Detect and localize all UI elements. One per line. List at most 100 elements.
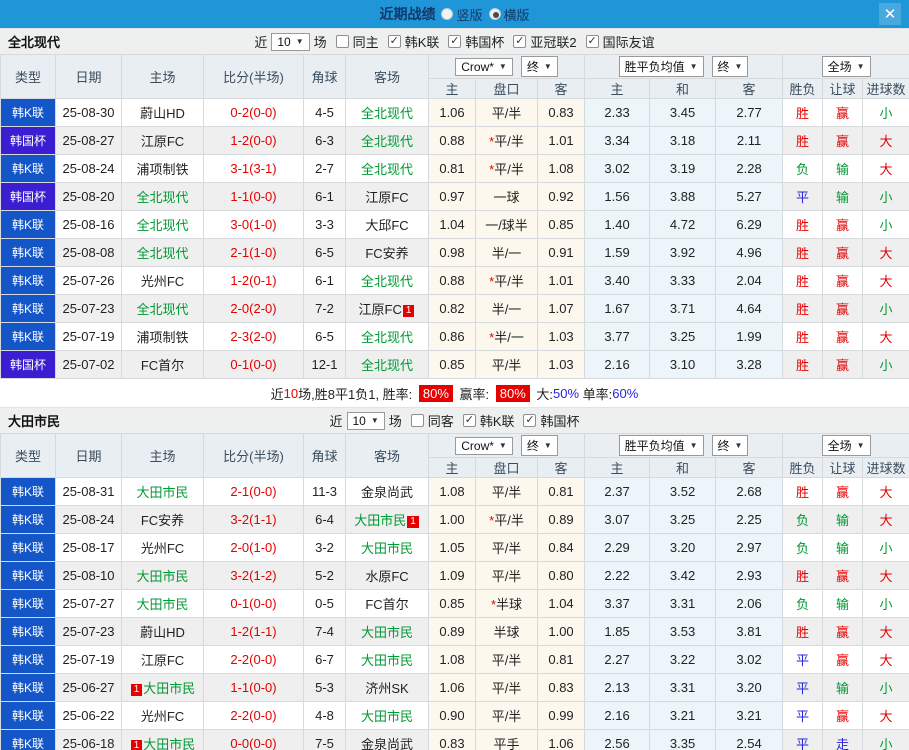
halftime-score: (0-0): [249, 596, 277, 611]
odds-final-select[interactable]: 终 ▼: [520, 56, 558, 77]
asian-home-odds: 1.00: [428, 505, 476, 534]
filter-checkbox-4[interactable]: ✓: [585, 35, 599, 48]
close-icon[interactable]: ✕: [879, 3, 901, 25]
filter-label-0: 同客: [427, 414, 454, 429]
euro-draw-odds: 3.92: [649, 238, 717, 267]
away-team-name: 全北现代: [360, 330, 413, 345]
league-badge: 韩K联: [0, 701, 56, 730]
euro-final-select[interactable]: 终 ▼: [711, 56, 749, 77]
table-row: 韩K联 25-07-19 浦项制铁 2-3(2-0) 6-5 全北现代 0.86 *半/一 1.…: [0, 322, 909, 351]
odds-final-select[interactable]: 终 ▼: [520, 435, 558, 456]
filter-checkbox-1[interactable]: ✓: [462, 414, 476, 427]
league-badge: 韩K联: [0, 322, 56, 351]
fulltime-score: 1-2: [230, 273, 250, 288]
scope-select[interactable]: 全场 ▼: [821, 56, 871, 77]
filter-checkbox-0[interactable]: [335, 35, 349, 48]
euro-final-select[interactable]: 终 ▼: [711, 435, 749, 456]
result-goals: 小: [862, 589, 909, 618]
chevron-down-icon: ▼: [295, 37, 304, 46]
league-badge: 韩K联: [0, 645, 56, 674]
layout-radio-vertical[interactable]: 竖版: [441, 5, 483, 24]
table-row: 韩K联 25-06-18 1 大田市民 0-0(0-0) 7-5 金泉尚武 0.83 平手 1.0…: [0, 729, 909, 750]
sub-header-0: 主: [428, 457, 476, 478]
sub-header-6: 胜负: [782, 457, 824, 478]
euro-away-odds: 2.04: [715, 266, 784, 295]
fulltime-score: 2-1: [230, 484, 250, 499]
odds-company-select[interactable]: Crow* ▼: [455, 57, 513, 76]
corner-cell: 12-1: [303, 350, 346, 379]
league-badge: 韩K联: [0, 729, 56, 750]
chevron-down-icon: ▼: [734, 441, 743, 450]
home-team-name: 全北现代: [136, 190, 189, 205]
filter-checkbox-3[interactable]: ✓: [513, 35, 527, 48]
filter-checkbox-2[interactable]: ✓: [448, 35, 462, 48]
radio-horizontal-icon[interactable]: [488, 8, 501, 20]
radio-vertical-icon[interactable]: [441, 8, 454, 20]
score-cell: 1-1(0-0): [203, 673, 304, 702]
asian-away-odds: 0.89: [536, 505, 586, 534]
home-team-cell: 1 大田市民: [121, 729, 204, 750]
sub-header-3: 主: [584, 457, 651, 478]
result-goals: 小: [862, 182, 909, 211]
euro-away-odds: 5.27: [715, 182, 784, 211]
euro-away-odds: 2.54: [715, 729, 784, 750]
euro-home-odds: 2.56: [584, 729, 651, 750]
result-handicap: 赢: [822, 98, 864, 127]
euro-draw-odds: 3.10: [649, 350, 717, 379]
asian-home-odds: 0.85: [428, 350, 476, 379]
away-team-cell: 济州SK: [345, 673, 429, 702]
handicap-text: 半/一: [494, 330, 524, 345]
col-header-4: 角球: [303, 54, 346, 99]
scope-select[interactable]: 全场 ▼: [821, 435, 871, 456]
result-handicap: 赢: [822, 238, 864, 267]
near-label: 近: [329, 414, 343, 429]
chevron-down-icon: ▼: [498, 62, 507, 71]
handicap-cell: 平/半: [475, 645, 538, 674]
match-count-select[interactable]: 10 ▼: [271, 32, 310, 51]
score-cell: 3-1(3-1): [203, 154, 304, 183]
sub-header-2: 客: [536, 457, 586, 478]
euro-away-odds: 2.25: [715, 505, 784, 534]
chevron-down-icon: ▼: [498, 441, 507, 450]
handicap-text: 平/半: [491, 485, 522, 500]
home-team-cell: 光州FC: [121, 266, 204, 295]
halftime-score: (1-1): [249, 512, 277, 527]
filter-checkbox-0[interactable]: [410, 414, 424, 427]
layout-radio-horizontal[interactable]: 横版: [488, 5, 530, 24]
asian-home-odds: 0.81: [428, 154, 476, 183]
date-cell: 25-07-19: [55, 645, 122, 674]
sub-header-6: 胜负: [782, 78, 824, 99]
result-handicap: 赢: [822, 701, 864, 730]
summary-segment: 单率:: [579, 386, 613, 402]
home-team-name: 大田市民: [136, 485, 189, 500]
date-cell: 25-07-26: [55, 266, 122, 295]
match-count-select[interactable]: 10 ▼: [346, 411, 385, 430]
table-row: 韩K联 25-08-24 浦项制铁 3-1(3-1) 2-7 全北现代 0.81 *平/半 1.…: [0, 154, 909, 183]
filter-label-1: 韩K联: [479, 414, 515, 429]
sub-header-5: 客: [715, 78, 784, 99]
odds-company-select[interactable]: Crow* ▼: [455, 436, 513, 455]
team-bar: 全北现代 近 10 ▼ 场同主 ✓ 韩K联 ✓ 韩国杯 ✓ 亚冠联2 ✓ 国际友谊: [0, 28, 909, 54]
handicap-cell: *平/半: [475, 266, 538, 295]
table-row: 韩国杯 25-08-27 江原FC 1-2(0-0) 6-3 全北现代 0.88 *平/半 1.…: [0, 126, 909, 155]
filter-checkbox-1[interactable]: ✓: [387, 35, 401, 48]
handicap-text: 平/半: [491, 541, 522, 556]
euro-avg-select[interactable]: 胜平负均值 ▼: [618, 435, 704, 456]
euro-avg-select[interactable]: 胜平负均值 ▼: [618, 56, 704, 77]
handicap-text: 平/半: [491, 358, 522, 373]
chevron-down-icon: ▼: [734, 62, 743, 71]
euro-draw-odds: 3.25: [649, 505, 717, 534]
result-handicap: 赢: [822, 561, 864, 590]
sub-header-8: 进球数: [862, 78, 909, 99]
filter-checkbox-2[interactable]: ✓: [523, 414, 537, 427]
fulltime-score: 1-2: [230, 133, 250, 148]
away-team-cell: 全北现代: [345, 322, 429, 351]
asian-home-odds: 1.04: [428, 210, 476, 239]
recent-results-dialog: { "titlebar": { "title": "近期战绩", "radios…: [0, 0, 909, 750]
halftime-score: (0-0): [249, 680, 277, 695]
away-team-name: 全北现代: [360, 162, 413, 177]
date-cell: 25-08-08: [55, 238, 122, 267]
euro-draw-odds: 3.25: [649, 322, 717, 351]
result-handicap: 输: [822, 673, 864, 702]
result-wdl: 负: [782, 154, 824, 183]
